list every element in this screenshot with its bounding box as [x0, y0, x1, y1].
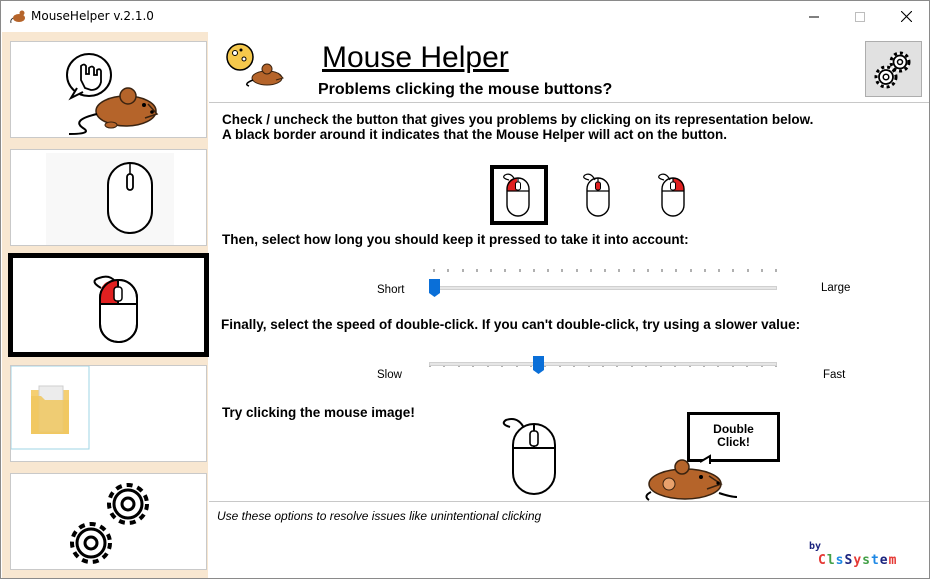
- instruction-line-2: A black border around it indicates that …: [222, 127, 728, 142]
- slider-tick: [675, 269, 677, 272]
- slider-tick: [476, 269, 478, 272]
- slider-tick: [732, 269, 734, 272]
- maximize-button[interactable]: [837, 1, 883, 32]
- mouse-mascot-icon: [645, 454, 738, 501]
- brand-letter: t: [870, 553, 880, 568]
- press-slider-ticks: [433, 269, 777, 272]
- instruction-line-1: Check / uncheck the button that gives yo…: [222, 112, 814, 127]
- mouse-wheel-icon: [46, 153, 174, 245]
- slider-tick: [647, 269, 649, 272]
- dbl-slider-min-label: Slow: [377, 369, 402, 381]
- slider-tick: [561, 269, 563, 272]
- slider-tick: [490, 269, 492, 272]
- window-title: MouseHelper v.2.1.0: [31, 9, 154, 23]
- slider-tick: [590, 269, 592, 272]
- slider-tick: [547, 269, 549, 272]
- brand-letter: s: [862, 553, 871, 568]
- slider-tick: [576, 269, 578, 272]
- press-slider-track[interactable]: [433, 286, 777, 290]
- press-slider-min-label: Short: [377, 284, 405, 296]
- slider-tick: [661, 269, 663, 272]
- brand-letter: y: [853, 553, 863, 568]
- maximize-icon: [855, 11, 865, 22]
- slider-tick: [633, 269, 635, 272]
- slider-tick: [704, 269, 706, 272]
- slider-tick: [447, 269, 449, 272]
- gears-icon: [874, 51, 910, 89]
- test-mouse-icon[interactable]: [498, 414, 562, 498]
- sidebar: [2, 32, 209, 578]
- slider-tick: [718, 269, 720, 272]
- slider-tick: [604, 269, 606, 272]
- middle-button-toggle[interactable]: [570, 165, 628, 225]
- slider-tick: [433, 269, 435, 272]
- left-button-toggle[interactable]: [490, 165, 548, 225]
- slider-tick: [618, 269, 620, 272]
- press-slider-thumb[interactable]: [429, 279, 440, 297]
- sidebar-item-settings[interactable]: [10, 473, 207, 570]
- brand-letter: e: [879, 553, 889, 568]
- close-icon: [900, 11, 912, 22]
- page-title: Mouse Helper: [322, 41, 509, 74]
- press-duration-label: Then, select how long you should keep it…: [222, 232, 689, 247]
- slider-tick: [747, 269, 749, 272]
- dbl-slider-thumb[interactable]: [533, 356, 545, 374]
- main-panel: Check / uncheck the button that gives yo…: [209, 103, 929, 501]
- mouse-left-click-icon: [93, 275, 138, 343]
- press-slider-max-label: Large: [821, 282, 851, 294]
- app-mouse-icon: [10, 10, 25, 24]
- settings-button[interactable]: [865, 41, 922, 97]
- minimize-icon: [809, 16, 819, 17]
- bubble-line-2: Click!: [717, 435, 750, 449]
- slider-tick: [690, 269, 692, 272]
- slider-tick: [519, 269, 521, 272]
- slider-tick: [533, 269, 535, 272]
- mouse-right-button-icon: [658, 173, 685, 217]
- slider-tick: [761, 269, 763, 272]
- hand-click-mouse-icon: [66, 53, 159, 135]
- sidebar-item-folder[interactable]: [10, 365, 207, 462]
- title-bar[interactable]: MouseHelper v.2.1.0: [1, 1, 929, 32]
- footer: Use these options to resolve issues like…: [209, 501, 929, 578]
- minimize-button[interactable]: [791, 1, 837, 32]
- footer-description: Use these options to resolve issues like…: [217, 509, 542, 523]
- double-click-label: Finally, select the speed of double-clic…: [221, 317, 801, 332]
- close-button[interactable]: [883, 1, 929, 32]
- brand-letter: C: [818, 553, 827, 568]
- slider-tick: [462, 269, 464, 272]
- main-window: MouseHelper v.2.1.0 Mouse Helper Problem…: [0, 0, 930, 579]
- mouse-left-button-icon: [503, 173, 530, 217]
- by-label: by: [809, 541, 822, 552]
- dbl-slider-max-label: Fast: [823, 369, 846, 381]
- mouse-middle-button-icon: [583, 173, 610, 217]
- right-button-toggle[interactable]: [645, 165, 703, 225]
- mouse-mascot-icon: [226, 43, 284, 87]
- brand-letter: l: [826, 553, 836, 568]
- brand-logo[interactable]: ClsSystem: [818, 553, 897, 568]
- brand-letter: S: [844, 553, 854, 568]
- dbl-slider-track[interactable]: [429, 362, 777, 366]
- brand-letter: m: [888, 553, 898, 568]
- sidebar-item-scroll-wheel[interactable]: [10, 149, 207, 246]
- gears-icon: [70, 483, 149, 564]
- sidebar-item-hand-mouse[interactable]: [10, 41, 207, 138]
- slider-tick: [775, 269, 777, 272]
- try-clicking-label: Try clicking the mouse image!: [222, 405, 415, 420]
- header: Mouse Helper Problems clicking the mouse…: [209, 32, 929, 103]
- page-subtitle: Problems clicking the mouse buttons?: [318, 81, 613, 98]
- slider-tick: [504, 269, 506, 272]
- sidebar-item-button-clicks[interactable]: [8, 253, 209, 357]
- folder-icon: [11, 366, 90, 450]
